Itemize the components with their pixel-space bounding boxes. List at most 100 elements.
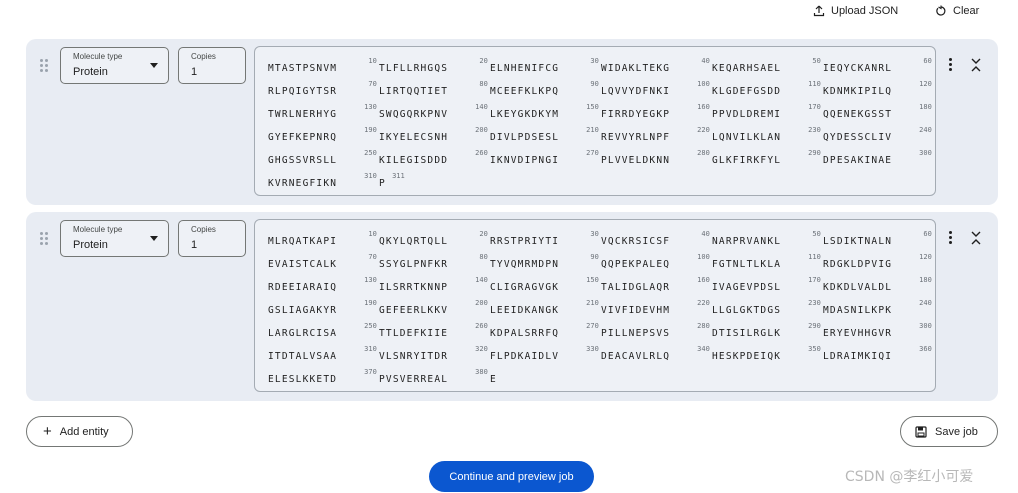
molecule-type-value: Protein — [73, 66, 108, 78]
sequence-position-number: 120 — [919, 80, 932, 88]
continue-preview-button[interactable]: Continue and preview job — [429, 461, 594, 492]
sequence-position-number: 20 — [479, 230, 487, 238]
sequence-textarea[interactable]: MLRQATKAPI 10 QKYLQRTQLL 20 RRSTPRIYTI 30 VQCK… — [254, 219, 936, 392]
sequence-block: GEFEERLKKV — [379, 305, 448, 316]
sequence-position-number: 230 — [808, 299, 821, 307]
sequence-block: PILLNEPSVS — [601, 328, 670, 339]
collapse-icon[interactable] — [970, 57, 982, 73]
sequence-position-number: 240 — [919, 126, 932, 134]
save-icon — [915, 425, 927, 438]
collapse-icon[interactable] — [970, 230, 982, 246]
sequence-block: GSLIAGAKYR — [268, 305, 337, 316]
more-options-icon[interactable] — [947, 57, 955, 73]
sequence-block: LIRTQQTIET — [379, 86, 448, 97]
entity-card-1: Molecule type Protein Copies 1 MTASTPSNV… — [26, 39, 998, 205]
sequence-block: PVSVERREAL — [379, 374, 448, 385]
sequence-position-number: 140 — [475, 103, 488, 111]
sequence-block: NARPRVANKL — [712, 236, 781, 247]
sequence-position-number: 380 — [475, 368, 488, 376]
sequence-block: KDNMKIPILQ — [823, 86, 892, 97]
sequence-position-number: 120 — [919, 253, 932, 261]
sequence-position-number: 150 — [586, 103, 599, 111]
sequence-block: QQENEKGSST — [823, 109, 892, 120]
sequence-position-number: 310 — [364, 172, 377, 180]
more-options-icon[interactable] — [947, 230, 955, 246]
sequence-block: EVAISTCALK — [268, 259, 337, 270]
add-entity-button[interactable]: + Add entity — [26, 416, 133, 447]
sequence-position-number: 70 — [368, 253, 376, 261]
sequence-position-number: 260 — [475, 149, 488, 157]
sequence-position-number: 310 — [364, 345, 377, 353]
sequence-position-number: 20 — [479, 57, 487, 65]
molecule-type-select[interactable]: Molecule type Protein — [60, 47, 169, 84]
sequence-position-number: 250 — [364, 149, 377, 157]
sequence-position-number: 280 — [697, 322, 710, 330]
sequence-block: LLGLGKTDGS — [712, 305, 781, 316]
sequence-position-number: 50 — [812, 230, 820, 238]
sequence-position-number: 210 — [586, 299, 599, 307]
sequence-position-number: 60 — [923, 57, 931, 65]
sequence-block: REVVYRLNPF — [601, 132, 670, 143]
sequence-position-number: 170 — [808, 103, 821, 111]
sequence-block: QKYLQRTQLL — [379, 236, 448, 247]
reset-icon — [936, 5, 946, 16]
sequence-position-number: 220 — [697, 126, 710, 134]
sequence-position-number: 170 — [808, 276, 821, 284]
upload-json-button[interactable]: Upload JSON — [813, 2, 898, 20]
drag-handle-icon[interactable] — [40, 232, 50, 246]
sequence-position-number: 130 — [364, 276, 377, 284]
save-job-label: Save job — [935, 425, 978, 438]
sequence-position-number: 230 — [808, 126, 821, 134]
copies-input[interactable]: Copies 1 — [178, 47, 246, 84]
sequence-block: KEQARHSAEL — [712, 63, 781, 74]
sequence-block: KLGDEFGSDD — [712, 86, 781, 97]
sequence-position-number: 300 — [919, 322, 932, 330]
sequence-position-number: 80 — [479, 253, 487, 261]
sequence-block: LSDIKTNALN — [823, 236, 892, 247]
sequence-position-number: 160 — [697, 103, 710, 111]
sequence-block: VLSNRYITDR — [379, 351, 448, 362]
sequence-block: ELESLKKETD — [268, 374, 337, 385]
sequence-position-number: 40 — [701, 230, 709, 238]
sequence-position-number: 311 — [392, 172, 405, 180]
sequence-block: LKEYGKDKYM — [490, 109, 559, 120]
molecule-type-label: Molecule type — [73, 52, 123, 61]
top-toolbar: Upload JSON Clear — [0, 0, 1018, 34]
sequence-block: TLFLLRHGQS — [379, 63, 448, 74]
molecule-type-select[interactable]: Molecule type Protein — [60, 220, 169, 257]
sequence-block: MTASTPSNVM — [268, 63, 337, 74]
sequence-block: ERYEVHHGVR — [823, 328, 892, 339]
sequence-block: ILSRRTKNNP — [379, 282, 448, 293]
copies-label: Copies — [191, 52, 216, 61]
sequence-display: MLRQATKAPI 10QKYLQRTQLL 20RRSTPRIYTI 30VQCK… — [268, 230, 932, 385]
sequence-block: QYDESSCLIV — [823, 132, 892, 143]
sequence-position-number: 140 — [475, 276, 488, 284]
sequence-block: LEEIDKANGK — [490, 305, 559, 316]
sequence-block: MDASNILKPK — [823, 305, 892, 316]
sequence-block: IKNVDIPNGI — [490, 155, 559, 166]
sequence-block: SSYGLPNFKR — [379, 259, 448, 270]
clear-button[interactable]: Clear — [935, 2, 979, 20]
sequence-position-number: 220 — [697, 299, 710, 307]
sequence-position-number: 40 — [701, 57, 709, 65]
sequence-position-number: 160 — [697, 276, 710, 284]
sequence-block: TYVQMRMDPN — [490, 259, 559, 270]
sequence-block: IKYELECSNH — [379, 132, 448, 143]
drag-handle-icon[interactable] — [40, 59, 50, 73]
sequence-block: KDKDLVALDL — [823, 282, 892, 293]
sequence-block: QQPEKPALEQ — [601, 259, 670, 270]
sequence-block: LDRAIMKIQI — [823, 351, 892, 362]
sequence-block: RRSTPRIYTI — [490, 236, 559, 247]
sequence-position-number: 50 — [812, 57, 820, 65]
sequence-block: DTISILRGLK — [712, 328, 781, 339]
sequence-position-number: 350 — [808, 345, 821, 353]
save-job-button[interactable]: Save job — [900, 416, 998, 447]
sequence-block: PLVVELDKNN — [601, 155, 670, 166]
copies-input[interactable]: Copies 1 — [178, 220, 246, 257]
sequence-block: DPESAKINAE — [823, 155, 892, 166]
sequence-block: KVRNEGFIKN — [268, 178, 337, 189]
sequence-block: MLRQATKAPI — [268, 236, 337, 247]
sequence-textarea[interactable]: MTASTPSNVM 10 TLFLLRHGQS 20 ELNHENIFCG 30 WIDA… — [254, 46, 936, 196]
sequence-block: DIVLPDSESL — [490, 132, 559, 143]
sequence-position-number: 10 — [368, 230, 376, 238]
